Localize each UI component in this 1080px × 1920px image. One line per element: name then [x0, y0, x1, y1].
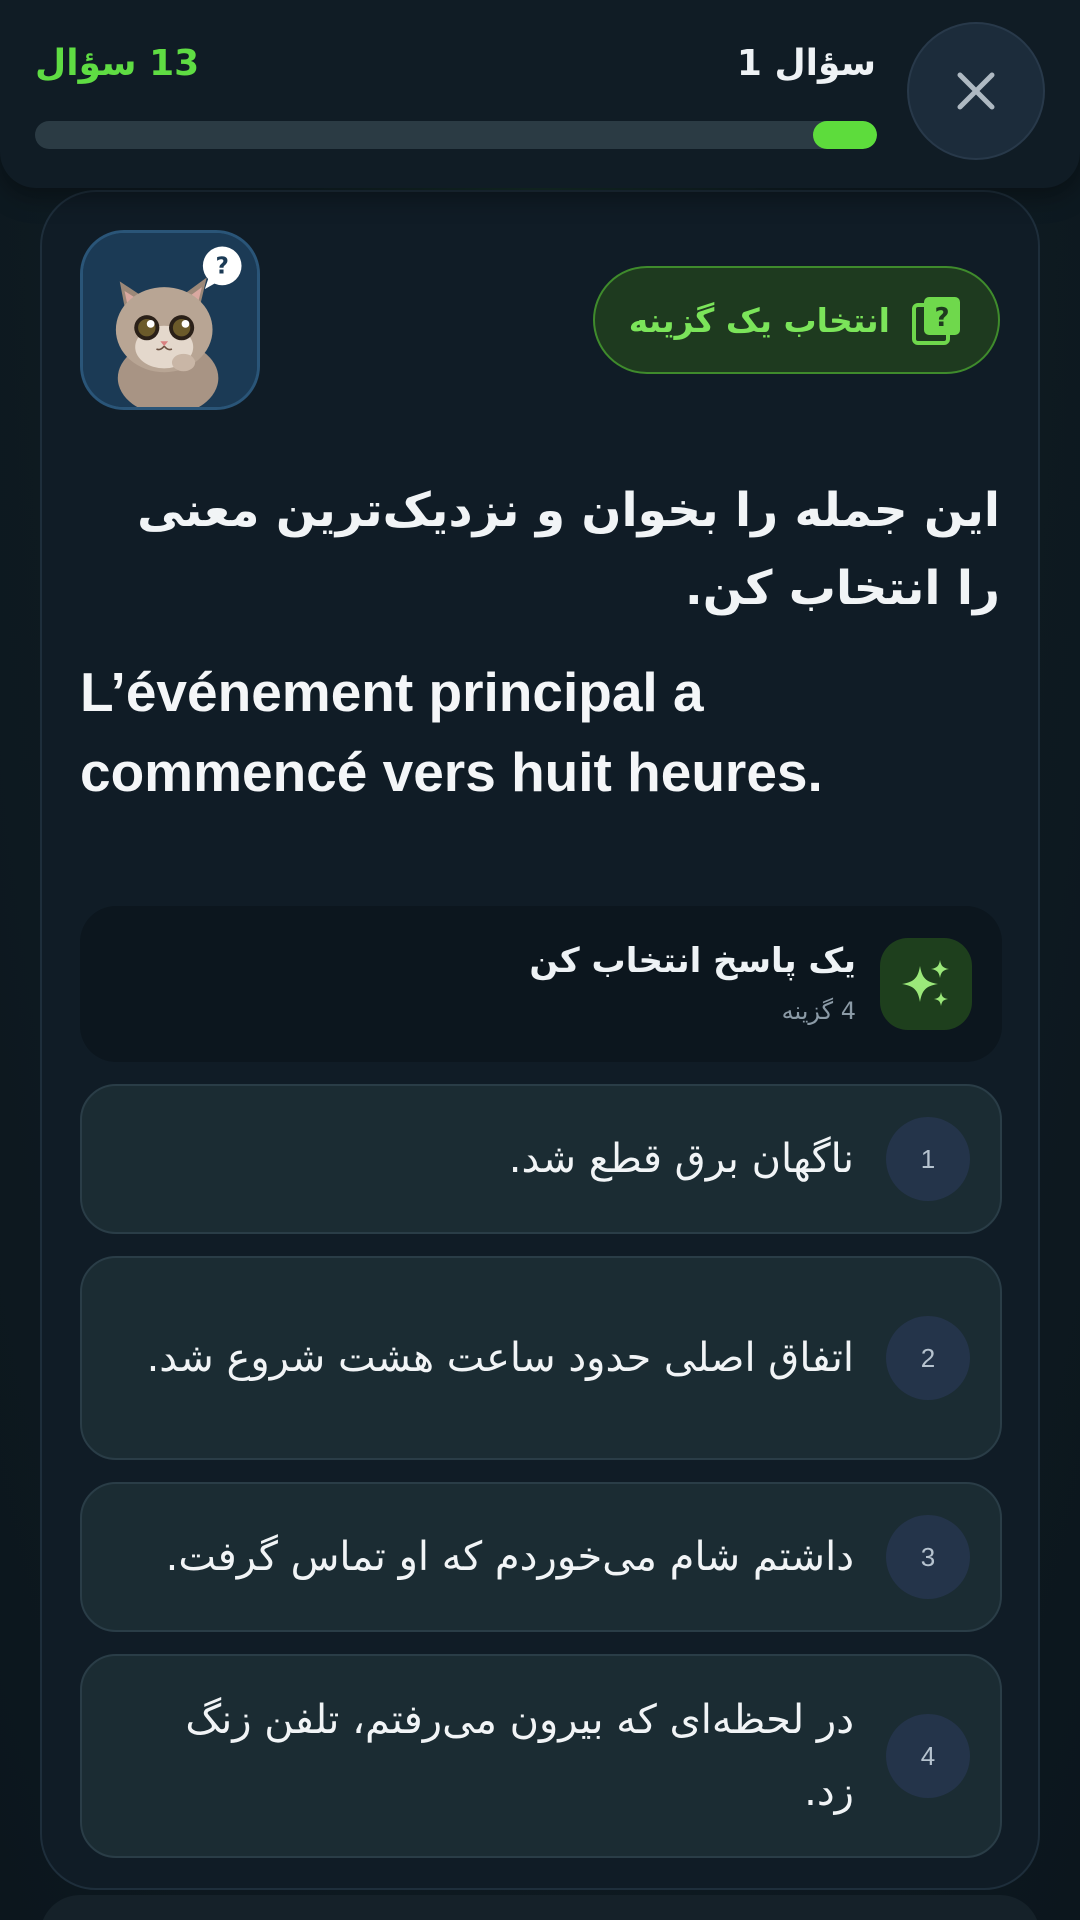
option-text: در لحظه‌ای که بیرون می‌رفتم، تلفن زنگ زد…: [185, 1697, 854, 1815]
quiz-screen: 13 سؤال سؤال 1 ? ? انتخاب یک گزینه این ج…: [0, 0, 1080, 1920]
option-text: اتفاق اصلی حدود ساعت هشت شروع شد.: [146, 1335, 854, 1381]
answer-option-1[interactable]: 1 ناگهان برق قطع شد.: [80, 1084, 1002, 1234]
answer-option-4[interactable]: 4 در لحظه‌ای که بیرون می‌رفتم، تلفن زنگ …: [80, 1654, 1002, 1858]
sparkles-icon: [880, 938, 972, 1030]
french-sentence: L’événement principal a commencé vers hu…: [80, 661, 823, 803]
answer-header: یک پاسخ انتخاب کن 4 گزینه: [80, 906, 1002, 1062]
cat-mascot-image: ?: [83, 233, 257, 407]
option-number: 3: [886, 1515, 970, 1599]
mode-badge: ? انتخاب یک گزینه: [592, 266, 1000, 374]
answer-option-3[interactable]: 3 داشتم شام می‌خوردم که او تماس گرفت.: [80, 1482, 1002, 1632]
current-question-label: سؤال 1: [736, 43, 876, 84]
answer-option-2[interactable]: 2 اتفاق اصلی حدود ساعت هشت شروع شد.: [80, 1256, 1002, 1460]
answer-title: یک پاسخ انتخاب کن: [529, 941, 856, 981]
total-questions-label: 13 سؤال: [35, 43, 200, 84]
option-text: داشتم شام می‌خوردم که او تماس گرفت.: [165, 1534, 854, 1580]
question-card-icon: ?: [910, 293, 964, 347]
progress-fill: [813, 121, 877, 149]
mode-label: انتخاب یک گزینه: [628, 300, 890, 340]
option-number: 2: [886, 1316, 970, 1400]
close-button[interactable]: [907, 22, 1045, 160]
question-card: ? ? انتخاب یک گزینه این جمله را بخوان و …: [40, 190, 1040, 1890]
option-number: 1: [886, 1117, 970, 1201]
svg-text:?: ?: [934, 303, 949, 333]
next-card-peek: [40, 1895, 1040, 1920]
answer-count: 4 گزینه: [781, 997, 856, 1025]
cat-mascot-avatar: ?: [80, 230, 260, 410]
quiz-header: 13 سؤال سؤال 1: [0, 0, 1080, 188]
question-instruction: این جمله را بخوان و نزدیک‌ترین معنی را ا…: [137, 483, 1000, 616]
svg-text:?: ?: [215, 253, 228, 280]
option-number: 4: [886, 1714, 970, 1798]
progress-bar: [35, 121, 877, 149]
option-text: ناگهان برق قطع شد.: [508, 1136, 854, 1182]
close-icon: [957, 72, 995, 110]
